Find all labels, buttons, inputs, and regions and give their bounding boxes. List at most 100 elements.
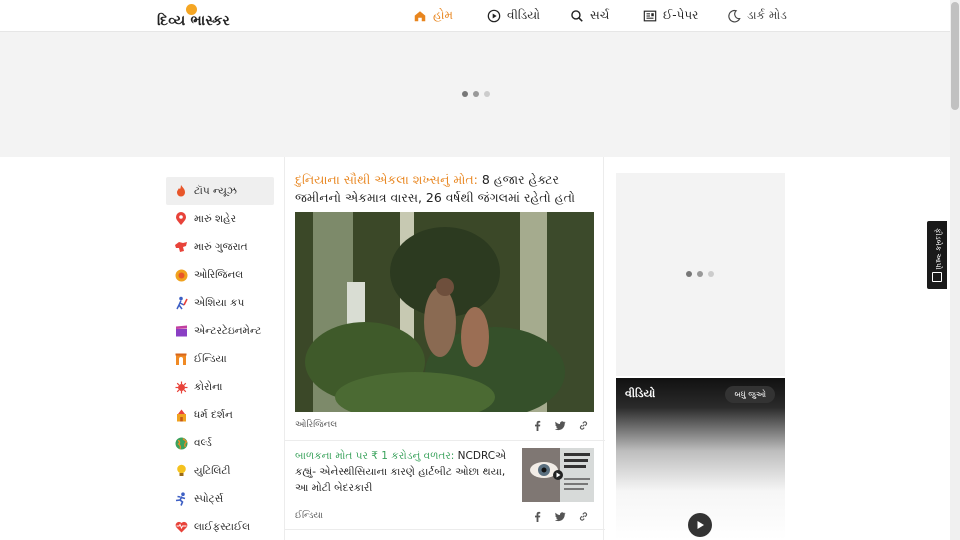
sidebar-item-top-news[interactable]: ટૉપ ન્યૂઝ xyxy=(166,177,274,205)
video-widget-title: વીડિયો xyxy=(625,387,656,400)
nav-label: વીડિયો xyxy=(507,8,541,22)
feedback-tab[interactable]: ફીડબેક આપો xyxy=(927,221,947,289)
sidebar-item-entertainment[interactable]: એન્ટરટેઇનમેન્ટ xyxy=(166,317,274,345)
sidebar-item-label: મારું ગુજરાત xyxy=(194,240,248,253)
second-story-category[interactable]: ઈન્ડિયા xyxy=(295,511,323,521)
heart-icon xyxy=(174,520,188,534)
lead-story-highlight: દુનિયાના સૌથી એકલા શખ્સનું મોત: xyxy=(295,172,478,187)
sidebar-item-label: ધર્મ દર્શન xyxy=(194,408,233,421)
sidebar-item-india[interactable]: ઈન્ડિયા xyxy=(166,345,274,373)
nav-label: ઈ-પેપર xyxy=(663,8,699,22)
scrollbar-thumb[interactable] xyxy=(951,2,959,110)
video-widget: વીડિયો બધું જુઓ xyxy=(616,378,785,540)
page-scrollbar[interactable] xyxy=(950,0,960,540)
sidebar-item-label: એન્ટરટેઇનમેન્ટ xyxy=(194,324,262,337)
twitter-icon[interactable] xyxy=(555,420,566,431)
sidebar-item-label: ઈન્ડિયા xyxy=(194,352,227,365)
carousel-dot[interactable] xyxy=(697,271,703,277)
view-all-button[interactable]: બધું જુઓ xyxy=(725,386,775,403)
carousel-dot[interactable] xyxy=(708,271,714,277)
search-icon xyxy=(571,9,583,22)
category-sidebar: ટૉપ ન્યૂઝ મારું શહેર મારું ગુજરાત ઓરિજિન… xyxy=(166,177,274,540)
sidebar-item-corona[interactable]: કોરોના xyxy=(166,373,274,401)
moon-icon xyxy=(728,9,741,22)
sidebar-item-label: એશિયા કપ xyxy=(194,296,245,309)
lead-story-share xyxy=(532,420,589,431)
lead-story-image[interactable] xyxy=(295,212,594,412)
nav-label: હોમ xyxy=(433,8,454,22)
nav-video[interactable]: વીડિયો xyxy=(487,0,540,31)
second-story-thumbnail[interactable] xyxy=(522,448,594,502)
clapperboard-icon xyxy=(174,324,188,338)
thumbnail-image xyxy=(522,448,594,502)
bulb-icon xyxy=(174,464,188,478)
play-button[interactable] xyxy=(688,513,712,537)
main-content: ટૉપ ન્યૂઝ મારું શહેર મારું ગુજરાત ઓરિજિન… xyxy=(0,157,950,540)
sidebar-item-asia-cup[interactable]: એશિયા કપ xyxy=(166,289,274,317)
sidebar-item-label: યુટિલિટી xyxy=(194,464,231,477)
carousel-dot[interactable] xyxy=(686,271,692,277)
newspaper-icon xyxy=(643,10,657,21)
feedback-tab-label: ફીડબેક આપો xyxy=(934,228,943,270)
sidebar-item-utility[interactable]: યુટિલિટી xyxy=(166,457,274,485)
original-badge-icon xyxy=(174,268,188,282)
sidebar-item-label: સ્પોર્ટ્સ xyxy=(194,492,224,505)
sidebar-item-world[interactable]: વર્લ્ડ xyxy=(166,429,274,457)
logo[interactable]: દિવ્ય ભાસ્કર xyxy=(157,4,232,30)
second-story-share xyxy=(532,511,589,522)
nav-home[interactable]: હોમ xyxy=(413,0,453,31)
carousel-dot[interactable] xyxy=(473,91,479,97)
lead-story-category[interactable]: ઓરિજિનલ xyxy=(295,420,337,430)
sidebar-item-label: મારું શહેર xyxy=(194,212,237,225)
facebook-icon[interactable] xyxy=(532,420,543,431)
carousel-dots[interactable] xyxy=(462,91,490,97)
twitter-icon[interactable] xyxy=(555,511,566,522)
story-divider xyxy=(285,440,605,441)
second-story-headline[interactable]: બાળકના મોત પર ₹ 1 કરોડનું વળતર: NCDRCએ ક… xyxy=(295,448,517,496)
globe-icon xyxy=(174,436,188,450)
sidebar-item-original[interactable]: ઓરિજિનલ xyxy=(166,261,274,289)
india-gate-icon xyxy=(174,352,188,366)
sidebar-item-label: લાઈફસ્ટાઈલ xyxy=(194,520,251,533)
nav-epaper[interactable]: ઈ-પેપર xyxy=(643,0,698,31)
cricket-icon xyxy=(174,296,188,310)
carousel-dot[interactable] xyxy=(484,91,490,97)
temple-icon xyxy=(174,408,188,422)
gujarat-map-icon xyxy=(174,240,188,254)
sidebar-item-label: ઓરિજિનલ xyxy=(194,268,244,281)
top-ad-slot xyxy=(0,32,950,157)
copy-link-icon[interactable] xyxy=(578,511,589,522)
sidebar-item-my-gujarat[interactable]: મારું ગુજરાત xyxy=(166,233,274,261)
home-icon xyxy=(414,10,426,21)
story-divider xyxy=(285,529,605,530)
carousel-dots[interactable] xyxy=(686,271,714,277)
runner-icon xyxy=(174,492,188,506)
sidebar-item-label: ટૉપ ન્યૂઝ xyxy=(194,184,237,197)
flame-icon xyxy=(174,184,188,198)
play-circle-icon xyxy=(487,9,501,22)
copy-link-icon[interactable] xyxy=(578,420,589,431)
jungle-photo xyxy=(295,212,594,412)
location-pin-icon xyxy=(174,212,188,226)
news-feed: દુનિયાના સૌથી એકલા શખ્સનું મોત: 8 હજાર હ… xyxy=(284,157,605,540)
sidebar-item-lifestyle[interactable]: લાઈફસ્ટાઈલ xyxy=(166,513,274,540)
right-ad-slot xyxy=(616,173,785,376)
nav-dark-mode[interactable]: ડાર્ક મોડ xyxy=(727,0,787,31)
facebook-icon[interactable] xyxy=(532,511,543,522)
feedback-icon xyxy=(932,272,942,282)
nav-label: સર્ચ xyxy=(590,8,610,22)
nav-search[interactable]: સર્ચ xyxy=(570,0,609,31)
sidebar-item-dharm-darshan[interactable]: ધર્મ દર્શન xyxy=(166,401,274,429)
sidebar-item-label: વર્લ્ડ xyxy=(194,436,212,449)
carousel-dot[interactable] xyxy=(462,91,468,97)
sidebar-item-my-city[interactable]: મારું શહેર xyxy=(166,205,274,233)
virus-icon xyxy=(174,380,188,394)
sidebar-item-sports[interactable]: સ્પોર્ટ્સ xyxy=(166,485,274,513)
top-header: દિવ્ય ભાસ્કર હોમ વીડિયો સર્ચ ઈ-પેપર ડાર્… xyxy=(0,0,950,32)
play-icon xyxy=(697,521,704,529)
sidebar-item-label: કોરોના xyxy=(194,380,223,393)
nav-label: ડાર્ક મોડ xyxy=(747,8,787,22)
page: દિવ્ય ભાસ્કર હોમ વીડિયો સર્ચ ઈ-પેપર ડાર્… xyxy=(0,0,960,540)
second-story-highlight: બાળકના મોત પર ₹ 1 કરોડનું વળતર: xyxy=(295,450,455,462)
logo-text: દિવ્ય ભાસ્કર xyxy=(157,13,230,29)
